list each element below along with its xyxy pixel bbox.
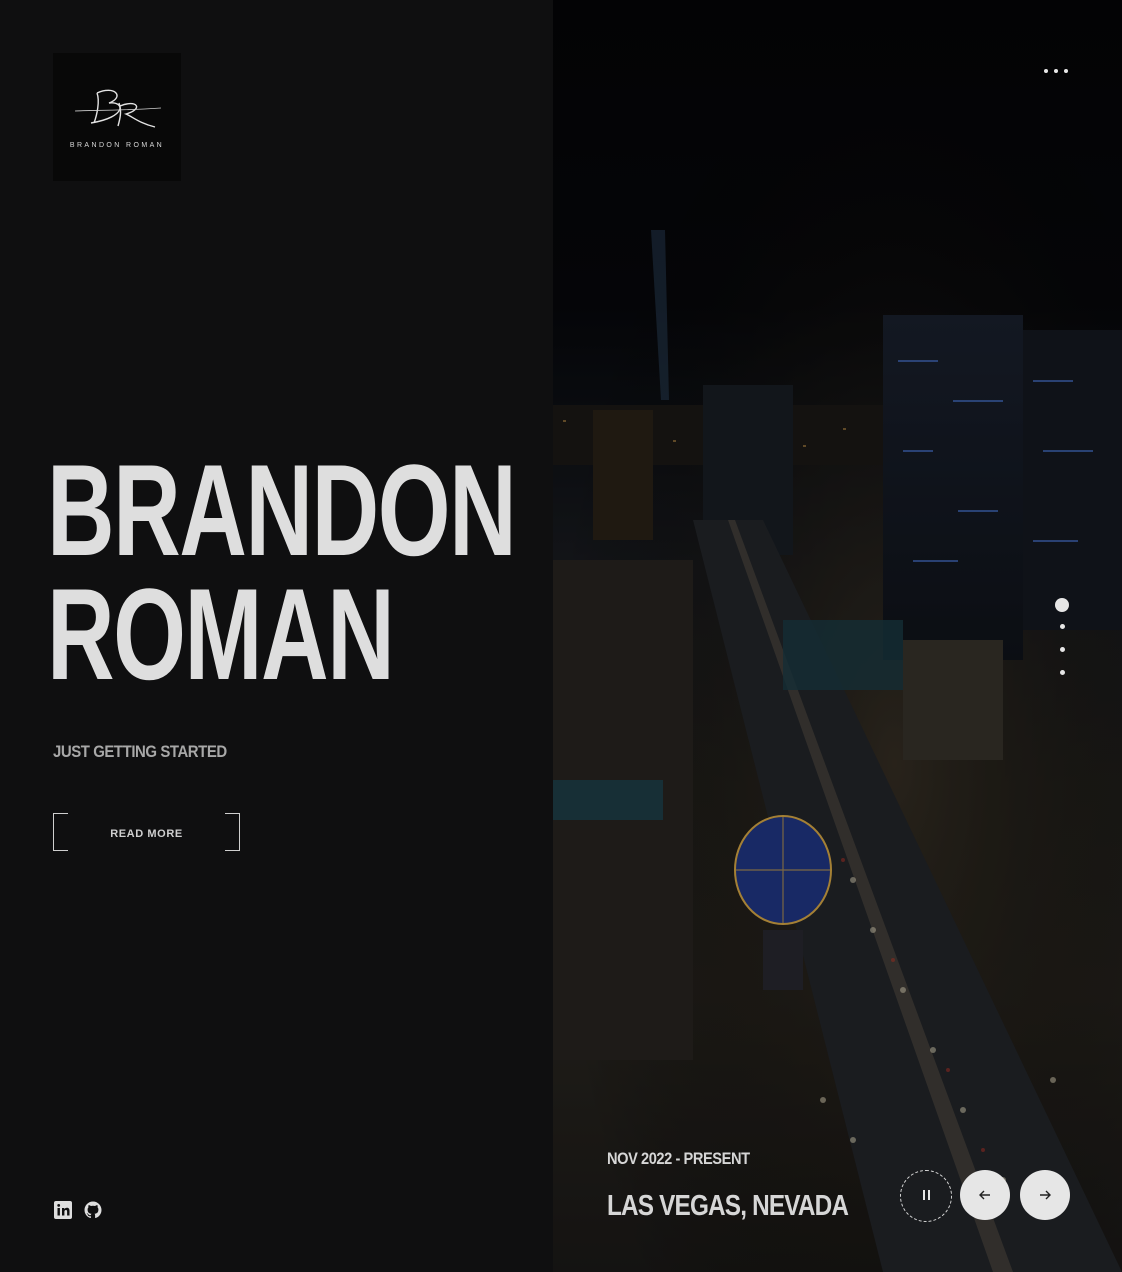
previous-slide-button[interactable]	[960, 1170, 1010, 1220]
linkedin-icon	[54, 1201, 72, 1219]
pause-icon	[921, 1187, 931, 1205]
read-more-label: READ MORE	[110, 827, 183, 840]
menu-dot	[1054, 69, 1058, 73]
read-more-button[interactable]: READ MORE	[53, 813, 240, 851]
social-links	[53, 1200, 103, 1220]
slide-date: NOV 2022 - PRESENT	[607, 1149, 750, 1168]
menu-dot	[1064, 69, 1068, 73]
github-link[interactable]	[83, 1200, 103, 1220]
next-slide-button[interactable]	[1020, 1170, 1070, 1220]
slide-dot-1-active[interactable]	[1055, 598, 1069, 612]
slide-dot-2[interactable]	[1060, 624, 1065, 629]
menu-button[interactable]	[1038, 60, 1074, 82]
arrow-left-icon	[979, 1190, 990, 1200]
logo-text: BRANDON ROMAN	[69, 142, 165, 149]
image-overlay	[553, 0, 1122, 1272]
hero-title-line-2: ROMAN	[47, 561, 395, 707]
hero-image	[553, 0, 1122, 1272]
arrow-right-icon	[1040, 1190, 1051, 1200]
hero-title: BRANDON ROMAN	[47, 437, 517, 707]
hero-title-line-1: BRANDON	[47, 437, 517, 583]
pause-button[interactable]	[900, 1170, 952, 1222]
monogram-signature	[74, 89, 162, 128]
left-panel: BRANDON ROMAN BRANDON ROMAN JUST GETTING…	[0, 0, 553, 1272]
linkedin-link[interactable]	[53, 1200, 73, 1220]
slide-location: LAS VEGAS, NEVADA	[607, 1190, 849, 1222]
github-icon	[84, 1201, 102, 1219]
hero-subtitle: JUST GETTING STARTED	[53, 742, 227, 761]
brand-logo[interactable]: BRANDON ROMAN	[53, 53, 181, 181]
slide-dot-4[interactable]	[1060, 670, 1065, 675]
menu-dot	[1044, 69, 1048, 73]
slide-dot-3[interactable]	[1060, 647, 1065, 652]
